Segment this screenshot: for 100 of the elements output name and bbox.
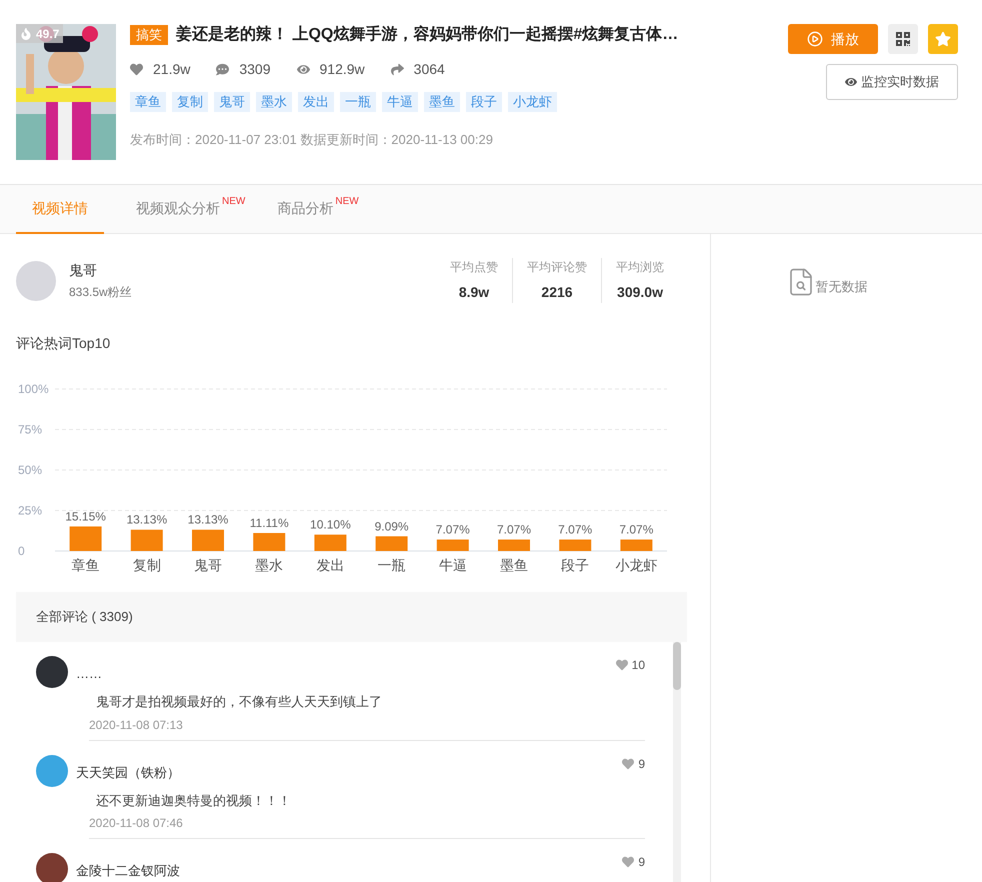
value-label: 7.07% <box>496 522 532 537</box>
category-label: 牛逼 <box>438 557 467 573</box>
keyword-tag[interactable]: 段子 <box>466 92 502 112</box>
eye-icon <box>296 63 310 76</box>
category-label: 墨鱼 <box>500 557 528 573</box>
keyword-tag[interactable]: 小龙虾 <box>508 92 557 112</box>
avatar <box>36 853 68 882</box>
star-icon <box>935 31 951 47</box>
share-icon <box>390 63 404 76</box>
axis-tick-label: 0 <box>18 544 25 558</box>
category-label: 复制 <box>132 557 161 573</box>
stat-value: 912.9w <box>320 60 365 79</box>
bar <box>376 536 408 551</box>
avatar <box>36 754 68 786</box>
comment-text: 鬼哥才是拍视频最好的，不像有些人天天到镇上了 <box>96 693 383 711</box>
avatar <box>16 260 56 300</box>
bar <box>70 526 102 551</box>
heart-icon <box>130 63 143 76</box>
bar <box>253 533 286 551</box>
stat-value: 21.9w <box>153 60 190 79</box>
metric-label: 平均浏览 <box>616 259 664 276</box>
monitor-button[interactable]: 监控实时数据 <box>826 64 958 100</box>
metric-value: 2216 <box>541 283 573 302</box>
commenter-name: 天天笑园（铁粉） <box>76 764 181 782</box>
tab[interactable]: 视频观众分析 <box>120 185 222 234</box>
bar <box>498 540 530 551</box>
category-label: 墨水 <box>255 557 284 573</box>
category-label: 鬼哥 <box>194 557 222 573</box>
avatar <box>36 656 68 688</box>
value-label: 7.07% <box>436 522 470 537</box>
qr-code-icon <box>895 31 911 47</box>
commenter-name: …… <box>76 665 103 683</box>
metric-value: 309.0w <box>617 283 663 302</box>
category-tag: 搞笑 <box>130 25 168 45</box>
qr-code-button[interactable] <box>888 24 918 54</box>
bar <box>436 540 469 551</box>
keyword-tag[interactable]: 复制 <box>172 92 208 112</box>
axis-tick-label: 50% <box>18 463 42 477</box>
comments-header: 全部评论 ( 3309) <box>16 592 687 642</box>
value-label: 11.11% <box>250 516 289 530</box>
commenter-name: 金陵十二金钗阿波 <box>76 862 181 880</box>
keyword-tag[interactable]: 墨水 <box>256 92 292 112</box>
stat-value: 3309 <box>239 60 271 79</box>
axis-tick-label: 25% <box>18 504 42 518</box>
metric-value: 8.9w <box>458 283 490 302</box>
video-title: 姜还是老的辣！ 上QQ炫舞手游，容妈妈带你们一起摇摆#炫舞复古体… <box>176 24 678 45</box>
favorite-button[interactable] <box>928 24 958 54</box>
comment-time: 2020-11-08 07:13 <box>89 716 184 734</box>
axis-tick-label: 75% <box>18 422 42 436</box>
empty-state-text: 暂无数据 <box>816 278 868 296</box>
bar <box>559 540 592 551</box>
value-label: 7.07% <box>619 522 654 537</box>
keyword-tag[interactable]: 鬼哥 <box>214 92 250 112</box>
bar <box>620 540 652 551</box>
value-label: 7.07% <box>558 522 592 537</box>
heart-icon <box>622 758 634 770</box>
scrollbar-thumb[interactable] <box>673 642 681 690</box>
keyword-tag[interactable]: 发出 <box>298 92 334 112</box>
publish-times: 发布时间：2020-11-07 23:01 数据更新时间：2020-11-13 00:29 <box>130 131 494 149</box>
heat-value: 49.7 <box>36 26 60 42</box>
comment-time: 2020-11-08 07:46 <box>89 815 184 832</box>
keyword-tag[interactable]: 墨鱼 <box>424 92 460 112</box>
value-label: 9.09% <box>374 519 409 534</box>
heart-icon <box>616 659 628 671</box>
play-icon <box>807 31 823 47</box>
value-label: 13.13% <box>126 512 168 527</box>
like-count: 10 <box>632 657 645 674</box>
like-count: 9 <box>638 854 645 871</box>
metric-label: 平均评论赞 <box>527 259 587 276</box>
stat-value: 3064 <box>414 60 445 79</box>
tab[interactable]: 商品分析 <box>261 185 336 234</box>
bar <box>130 530 163 551</box>
heart-icon <box>622 856 634 868</box>
like-count: 9 <box>638 756 645 772</box>
category-label: 小龙虾 <box>615 557 658 573</box>
category-label: 一瓶 <box>378 557 406 573</box>
keyword-tag[interactable]: 一瓶 <box>340 92 376 112</box>
bar <box>314 534 346 551</box>
new-label: NEW <box>335 195 359 209</box>
section-title: 评论热词Top10 <box>15 334 112 353</box>
fan-count: 833.5w粉丝 <box>69 284 132 301</box>
category-label: 章鱼 <box>72 557 100 573</box>
keyword-tag[interactable]: 章鱼 <box>130 92 166 112</box>
keyword-tag[interactable]: 牛逼 <box>382 92 418 112</box>
flame-icon <box>20 28 32 40</box>
speech-bubble-icon <box>216 63 230 76</box>
metric-label: 平均点赞 <box>450 259 498 276</box>
category-label: 发出 <box>316 557 344 573</box>
category-label: 段子 <box>561 557 590 573</box>
eye-icon <box>845 76 857 88</box>
bar <box>192 530 224 551</box>
value-label: 13.13% <box>188 512 228 527</box>
new-label: NEW <box>222 195 246 209</box>
play-button[interactable]: 播放 <box>788 24 878 54</box>
author-name: 鬼哥 <box>69 261 98 280</box>
value-label: 15.15% <box>65 509 106 524</box>
comment-text: 还不更新迪迦奥特曼的视频！！！ <box>96 792 292 810</box>
axis-tick-label: 100% <box>18 382 49 396</box>
tab[interactable]: 视频详情 <box>16 185 104 234</box>
value-label: 10.10% <box>310 518 351 532</box>
